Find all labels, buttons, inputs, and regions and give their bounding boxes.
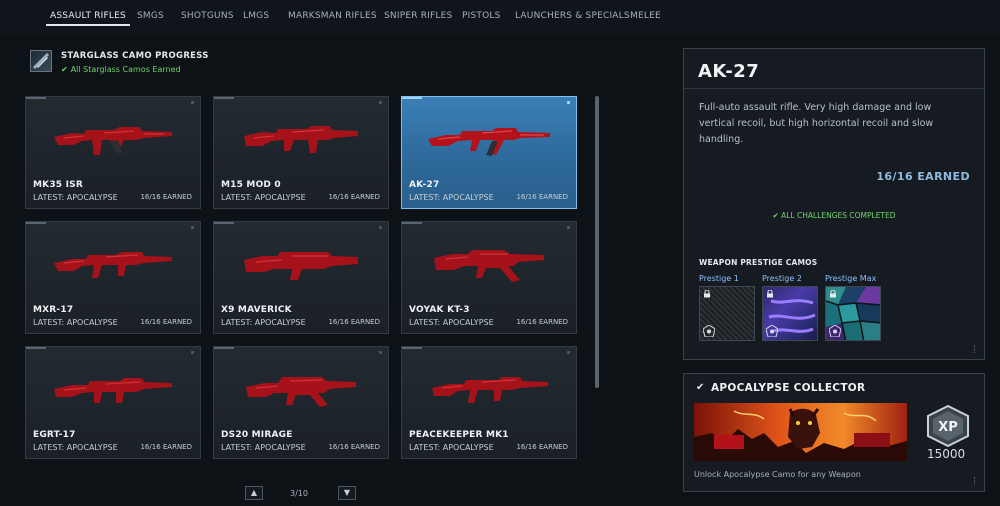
weapon-latest-camo: LATEST: APOCALYPSE — [33, 193, 118, 202]
all-challenges-status: ✔ ALL CHALLENGES COMPLETED — [772, 211, 896, 220]
weapon-earned-count: 16/16 EARNED — [516, 318, 568, 326]
weapon-card-mk35-isr[interactable]: MK35 ISR LATEST: APOCALYPSE 16/16 EARNED — [25, 96, 201, 209]
weapon-earned-count: 16/16 EARNED — [328, 193, 380, 201]
weapon-category-tabs: ASSAULT RIFLES SMGS SHOTGUNS LMGS MARKSM… — [0, 0, 1000, 34]
weapon-card-mxr-17[interactable]: MXR-17 LATEST: APOCALYPSE 16/16 EARNED — [25, 221, 201, 334]
weapon-name: PEACEKEEPER MK1 — [409, 430, 509, 440]
prestige-camo-1[interactable]: Prestige 1 — [699, 274, 755, 341]
weapon-name: DS20 MIRAGE — [221, 430, 293, 440]
prestige-emblem-icon — [766, 325, 778, 337]
prestige-camo-label: Prestige 2 — [762, 274, 802, 283]
page-down-button[interactable]: ▼ — [338, 486, 356, 500]
resize-handle-icon — [974, 345, 978, 353]
check-icon: ✔ — [61, 65, 68, 74]
weapon-card-x9-maverick[interactable]: X9 MAVERICK LATEST: APOCALYPSE 16/16 EAR… — [213, 221, 389, 334]
prestige-emblem-icon — [829, 325, 841, 337]
prestige-emblem-icon — [703, 325, 715, 337]
weapon-card-ds20-mirage[interactable]: DS20 MIRAGE LATEST: APOCALYPSE 16/16 EAR… — [213, 346, 389, 459]
xp-badge-icon: XP — [927, 405, 969, 447]
weapon-earned-count: 16/16 EARNED — [140, 443, 192, 451]
weapon-image — [244, 126, 358, 153]
weapon-card-voyak-kt-3[interactable]: VOYAK KT-3 LATEST: APOCALYPSE 16/16 EARN… — [401, 221, 577, 334]
camo-progress-status-text: All Starglass Camos Earned — [70, 65, 181, 74]
weapon-latest-camo: LATEST: APOCALYPSE — [221, 193, 306, 202]
tab-lmgs[interactable]: LMGS — [243, 11, 269, 21]
resize-handle-icon — [974, 477, 978, 485]
weapon-latest-camo: LATEST: APOCALYPSE — [409, 193, 494, 202]
tab-pistols[interactable]: PISTOLS — [462, 11, 501, 21]
tab-launchers-specials[interactable]: LAUNCHERS & SPECIALS — [515, 11, 630, 21]
weapon-earned-count: 16/16 EARNED — [516, 443, 568, 451]
weapon-name: MK35 ISR — [33, 180, 83, 190]
weapon-card-m15-mod-0[interactable]: M15 MOD 0 LATEST: APOCALYPSE 16/16 EARNE… — [213, 96, 389, 209]
challenge-title: APOCALYPSE COLLECTOR — [711, 382, 866, 394]
weapon-name: EGRT-17 — [33, 430, 76, 440]
weapon-latest-camo: LATEST: APOCALYPSE — [33, 443, 118, 452]
weapon-card-peacekeeper-mk1[interactable]: PEACEKEEPER MK1 LATEST: APOCALYPSE 16/16… — [401, 346, 577, 459]
weapon-image — [54, 378, 172, 403]
camo-progress-title: STARGLASS CAMO PROGRESS — [61, 51, 209, 61]
weapon-image — [434, 250, 544, 282]
weapon-name: AK-27 — [409, 180, 440, 190]
weapon-image — [244, 252, 358, 280]
weapon-latest-camo: LATEST: APOCALYPSE — [409, 443, 494, 452]
prestige-camo-label: Prestige Max — [825, 274, 877, 283]
weapon-image — [54, 252, 172, 278]
weapon-card-egrt-17[interactable]: EGRT-17 LATEST: APOCALYPSE 16/16 EARNED — [25, 346, 201, 459]
weapon-description: Full-auto assault rifle. Very high damag… — [699, 102, 934, 145]
weapon-list-scrollbar[interactable] — [595, 96, 599, 388]
check-icon: ✔ — [696, 382, 705, 393]
tab-assault-rifles[interactable]: ASSAULT RIFLES — [46, 11, 130, 26]
lock-icon — [704, 290, 710, 298]
lock-icon — [830, 290, 836, 298]
tab-marksman-rifles[interactable]: MARKSMAN RIFLES — [288, 11, 377, 21]
tab-smgs[interactable]: SMGS — [137, 11, 164, 21]
tab-sniper-rifles[interactable]: SNIPER RIFLES — [384, 11, 452, 21]
weapon-name: X9 MAVERICK — [221, 305, 292, 315]
weapon-detail-title: AK-27 — [698, 61, 760, 82]
challenge-panel: ✔ APOCALYPSE COLLECTOR XP 15000 Unlock A… — [683, 373, 985, 492]
weapon-name: MXR-17 — [33, 305, 74, 315]
weapon-earned-count: 16/16 EARNED — [140, 318, 192, 326]
weapon-name: VOYAK KT-3 — [409, 305, 470, 315]
page-indicator: 3/10 — [290, 489, 308, 498]
prestige-camo-2[interactable]: Prestige 2 — [762, 274, 818, 341]
weapon-detail-panel: AK-27 Full-auto assault rifle. Very high… — [683, 48, 985, 360]
xp-badge-text: XP — [938, 420, 958, 435]
tab-melee[interactable]: MELEE — [630, 11, 661, 21]
weapon-latest-camo: LATEST: APOCALYPSE — [409, 318, 494, 327]
weapon-earned-count: 16/16 EARNED — [516, 193, 568, 201]
weapon-image — [432, 377, 548, 403]
weapon-latest-camo: LATEST: APOCALYPSE — [221, 443, 306, 452]
weapon-earned-count: 16/16 EARNED — [140, 193, 192, 201]
xp-reward-value: 15000 — [927, 447, 966, 461]
tab-shotguns[interactable]: SHOTGUNS — [181, 11, 234, 21]
weapon-image — [246, 377, 356, 407]
weapon-camo-count: 16/16 EARNED — [876, 170, 970, 183]
weapon-name: M15 MOD 0 — [221, 180, 281, 190]
weapon-card-ak-27[interactable]: AK-27 LATEST: APOCALYPSE 16/16 EARNED — [401, 96, 577, 209]
challenge-description: Unlock Apocalypse Camo for any Weapon — [694, 470, 861, 479]
weapon-image — [54, 127, 172, 155]
lock-icon — [767, 290, 773, 298]
weapon-latest-camo: LATEST: APOCALYPSE — [33, 318, 118, 327]
weapon-latest-camo: LATEST: APOCALYPSE — [221, 318, 306, 327]
apocalypse-camo-banner — [694, 403, 907, 461]
weapon-earned-count: 16/16 EARNED — [328, 443, 380, 451]
prestige-camo-max[interactable]: Prestige Max — [825, 274, 881, 341]
weapon-image — [428, 128, 550, 156]
camo-progress-status: ✔ All Starglass Camos Earned — [61, 65, 181, 74]
prestige-camo-label: Prestige 1 — [699, 274, 739, 283]
prestige-camos-title: WEAPON PRESTIGE CAMOS — [699, 258, 818, 267]
starglass-camo-icon — [30, 50, 52, 72]
weapon-earned-count: 16/16 EARNED — [328, 318, 380, 326]
page-up-button[interactable]: ▲ — [245, 486, 263, 500]
